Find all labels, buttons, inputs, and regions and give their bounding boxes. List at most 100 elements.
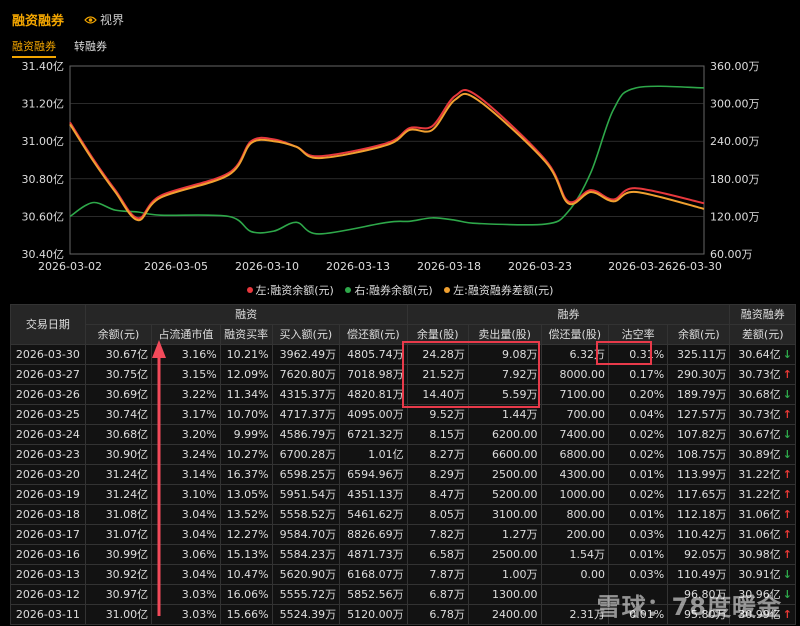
table-cell: 30.67亿 xyxy=(84,344,153,365)
legend-item-financing[interactable]: 左:融资余额(元) xyxy=(246,284,334,297)
table-cell: 110.49万 xyxy=(667,564,731,585)
table-row[interactable]: 2026-03-16 30.99亿 3.06% 15.13% 5584.23万 4871.… xyxy=(10,544,796,565)
watermark: 雪球：78度暖金 xyxy=(596,593,782,621)
table-cell: 6.78万 xyxy=(406,604,469,625)
series-line-difference xyxy=(69,92,705,222)
column-header[interactable]: 余量(股) xyxy=(406,324,469,345)
table-cell: 4351.13万 xyxy=(339,484,408,505)
table-cell: 1300.00 xyxy=(467,584,542,605)
chart-legend: 左:融资余额(元) 右:融券余额(元) 左:融资融券差额(元) xyxy=(0,282,800,298)
table-cell: 5558.52万 xyxy=(271,504,341,525)
table-cell: 0.03% xyxy=(607,564,669,585)
table-row[interactable]: 2026-03-20 31.24亿 3.14% 16.37% 6598.25万 6594.… xyxy=(10,464,796,485)
x-tick-label: 2026-03-10 xyxy=(235,260,299,273)
table-cell: 5852.56万 xyxy=(339,584,408,605)
table-cell: 4586.79万 xyxy=(271,424,341,445)
cell-diff: 30.98亿 ↑ xyxy=(729,544,796,565)
table-cell: 24.28万 xyxy=(406,344,469,365)
cell-diff-value: 30.67亿 xyxy=(738,428,781,441)
table-cell: 0.17% xyxy=(607,364,669,385)
table-cell: 4300.00 xyxy=(540,464,610,485)
cell-date: 2026-03-25 xyxy=(10,404,86,425)
header-group-diff: 融资融券 xyxy=(729,304,796,325)
table-cell: 13.05% xyxy=(219,484,273,505)
table-row[interactable]: 2026-03-25 30.74亿 3.17% 10.70% 4717.37万 4095.… xyxy=(10,404,796,425)
table-cell: 8.15万 xyxy=(406,424,469,445)
header-date[interactable]: 交易日期 xyxy=(10,304,86,345)
column-header[interactable]: 差额(元) xyxy=(729,324,796,345)
cell-diff-value: 30.89亿 xyxy=(738,448,781,461)
column-header[interactable]: 余额(元) xyxy=(84,324,153,345)
table-row[interactable]: 2026-03-18 31.08亿 3.04% 13.52% 5558.52万 5461.… xyxy=(10,504,796,525)
table-cell: 0.01% xyxy=(607,464,669,485)
table-row[interactable]: 2026-03-30 30.67亿 3.16% 10.21% 3962.49万 4805.… xyxy=(10,344,796,365)
table-row[interactable]: 2026-03-26 30.69亿 3.22% 11.34% 4315.37万 4820.… xyxy=(10,384,796,405)
column-header[interactable]: 买入额(元) xyxy=(271,324,341,345)
trend-down-icon: ↓ xyxy=(782,428,792,441)
table-row[interactable]: 2026-03-23 30.90亿 3.24% 10.27% 6700.28万 1.01亿… xyxy=(10,444,796,465)
table-cell: 189.79万 xyxy=(667,384,731,405)
table-cell: 14.40万 xyxy=(406,384,469,405)
cell-diff: 30.67亿 ↓ xyxy=(729,424,796,445)
table-cell: 0.03% xyxy=(607,524,669,545)
table-cell: 31.24亿 xyxy=(84,484,153,505)
table-cell: 0.02% xyxy=(607,424,669,445)
y-left-tick-label: 30.60亿 xyxy=(22,210,65,223)
column-header[interactable]: 偿还量(股) xyxy=(540,324,610,345)
table-cell: 30.97亿 xyxy=(84,584,153,605)
table-cell: 7.82万 xyxy=(406,524,469,545)
table-cell: 10.70% xyxy=(219,404,273,425)
legend-item-securities[interactable]: 右:融券余额(元) xyxy=(345,284,433,297)
x-tick-label: 2026-03-02 xyxy=(38,260,102,273)
legend-item-difference[interactable]: 左:融资融券差额(元) xyxy=(444,284,553,297)
table-cell: 9584.70万 xyxy=(271,524,341,545)
header-group-financing: 融资 xyxy=(84,304,408,325)
x-tick-label: 2026-03-23 xyxy=(508,260,572,273)
column-header[interactable]: 卖出量(股) xyxy=(467,324,542,345)
cell-date: 2026-03-27 xyxy=(10,364,86,385)
table-cell: 4717.37万 xyxy=(271,404,341,425)
trend-up-icon: ↑ xyxy=(782,468,792,481)
table-cell: 325.11万 xyxy=(667,344,731,365)
table-cell: 6594.96万 xyxy=(339,464,408,485)
cell-date: 2026-03-26 xyxy=(10,384,86,405)
table-cell: 9.08万 xyxy=(467,344,542,365)
y-left-tick-label: 30.80亿 xyxy=(22,173,65,186)
table-cell: 10.27% xyxy=(219,444,273,465)
cell-diff-value: 31.06亿 xyxy=(738,508,781,521)
table-row[interactable]: 2026-03-17 31.07亿 3.04% 12.27% 9584.70万 8826.… xyxy=(10,524,796,545)
cell-diff: 30.64亿 ↓ xyxy=(729,344,796,365)
table-cell: 1.44万 xyxy=(467,404,542,425)
table-row[interactable]: 2026-03-24 30.68亿 3.20% 9.99% 4586.79万 6721.3… xyxy=(10,424,796,445)
margin-table: 交易日期 融资 融券 融资融券 余额(元) 占流通市值 融资买率 买入额(元) 偿还额(… xyxy=(10,304,796,625)
cell-date: 2026-03-30 xyxy=(10,344,86,365)
table-cell: 127.57万 xyxy=(667,404,731,425)
table-cell: 3100.00 xyxy=(467,504,542,525)
table-cell: 31.00亿 xyxy=(84,604,153,625)
column-header[interactable]: 沽空率 xyxy=(607,324,669,345)
table-cell: 5555.72万 xyxy=(271,584,341,605)
table-cell: 8.47万 xyxy=(406,484,469,505)
table-cell: 9.99% xyxy=(219,424,273,445)
table-row[interactable]: 2026-03-19 31.24亿 3.10% 13.05% 5951.54万 4351.… xyxy=(10,484,796,505)
table-cell: 15.66% xyxy=(219,604,273,625)
cell-diff-value: 30.64亿 xyxy=(738,348,781,361)
table-cell: 5524.39万 xyxy=(271,604,341,625)
column-header[interactable]: 融资买率 xyxy=(219,324,273,345)
table-row[interactable]: 2026-03-27 30.75亿 3.15% 12.09% 7620.80万 7018.… xyxy=(10,364,796,385)
cell-diff-value: 30.68亿 xyxy=(738,388,781,401)
cell-diff: 30.73亿 ↑ xyxy=(729,404,796,425)
table-cell: 12.27% xyxy=(219,524,273,545)
column-header[interactable]: 余额(元) xyxy=(667,324,731,345)
table-cell: 6800.00 xyxy=(540,444,610,465)
table-cell: 7100.00 xyxy=(540,384,610,405)
table-cell: 30.68亿 xyxy=(84,424,153,445)
table-cell: 5951.54万 xyxy=(271,484,341,505)
column-header[interactable]: 偿还额(元) xyxy=(339,324,408,345)
table-row[interactable]: 2026-03-13 30.92亿 3.04% 10.47% 5620.90万 6168.… xyxy=(10,564,796,585)
table-cell: 7.92万 xyxy=(467,364,542,385)
x-tick-label: 2026-03-05 xyxy=(144,260,208,273)
trend-down-icon: ↓ xyxy=(782,588,792,601)
table-cell: 11.34% xyxy=(219,384,273,405)
cell-diff-value: 30.98亿 xyxy=(738,548,781,561)
